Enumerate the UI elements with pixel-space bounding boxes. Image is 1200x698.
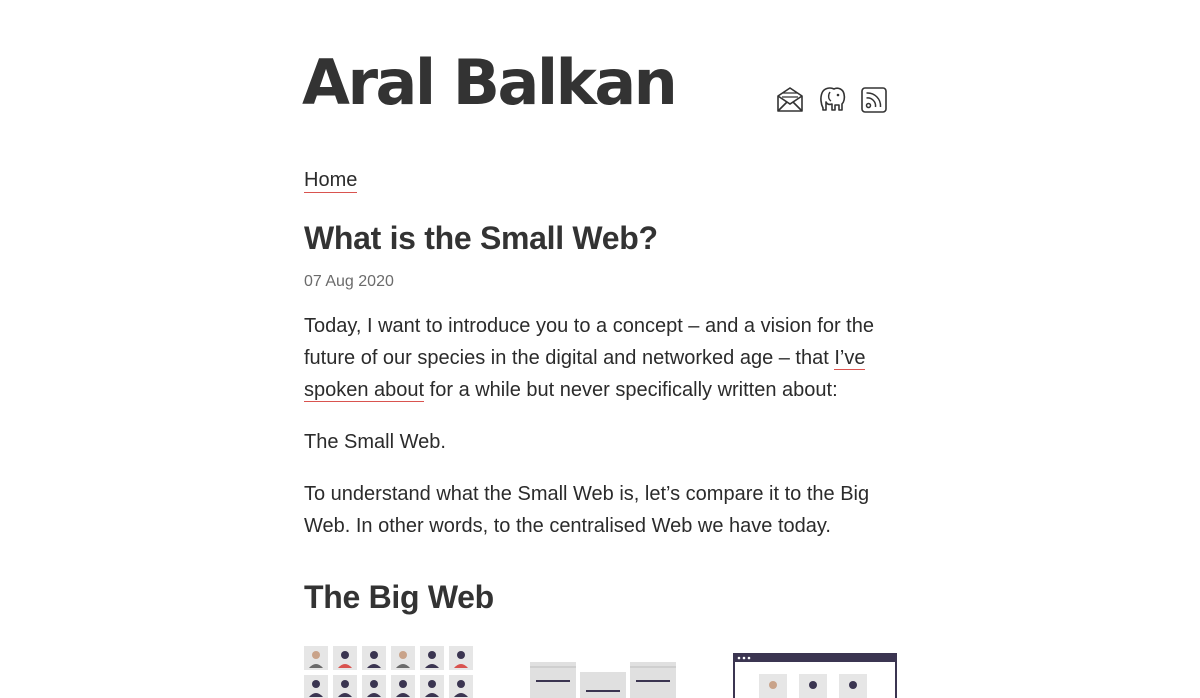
post-title: What is the Small Web? — [304, 220, 658, 256]
page: Aral Balkan Home What is the Small Web? … — [0, 0, 1200, 698]
post-date: 07 Aug 2020 — [304, 273, 394, 290]
intro-text-end: for a while but never specifically writt… — [424, 379, 838, 401]
rss-link[interactable] — [860, 84, 888, 114]
section-heading-big-web: The Big Web — [304, 579, 494, 615]
small-web-paragraph: The Small Web. — [304, 431, 446, 453]
browser-window — [733, 653, 897, 698]
email-icon — [777, 87, 803, 112]
people-grid — [304, 646, 473, 698]
mastodon-link[interactable] — [818, 84, 846, 114]
intro-paragraph: Today, I want to introduce you to a conc… — [304, 310, 904, 406]
nav-home-link[interactable]: Home — [304, 168, 358, 193]
site-title[interactable]: Aral Balkan — [302, 52, 678, 114]
social-links — [776, 84, 888, 114]
intro-text-start: Today, I want to introduce you to a conc… — [304, 315, 874, 369]
mastodon-icon — [820, 87, 846, 111]
email-link[interactable] — [776, 84, 804, 114]
big-web-illustration-svg — [304, 646, 897, 698]
rss-icon — [861, 87, 887, 113]
server-racks — [530, 662, 676, 698]
compare-paragraph: To understand what the Small Web is, let… — [304, 483, 870, 537]
big-web-illustration — [304, 644, 904, 698]
